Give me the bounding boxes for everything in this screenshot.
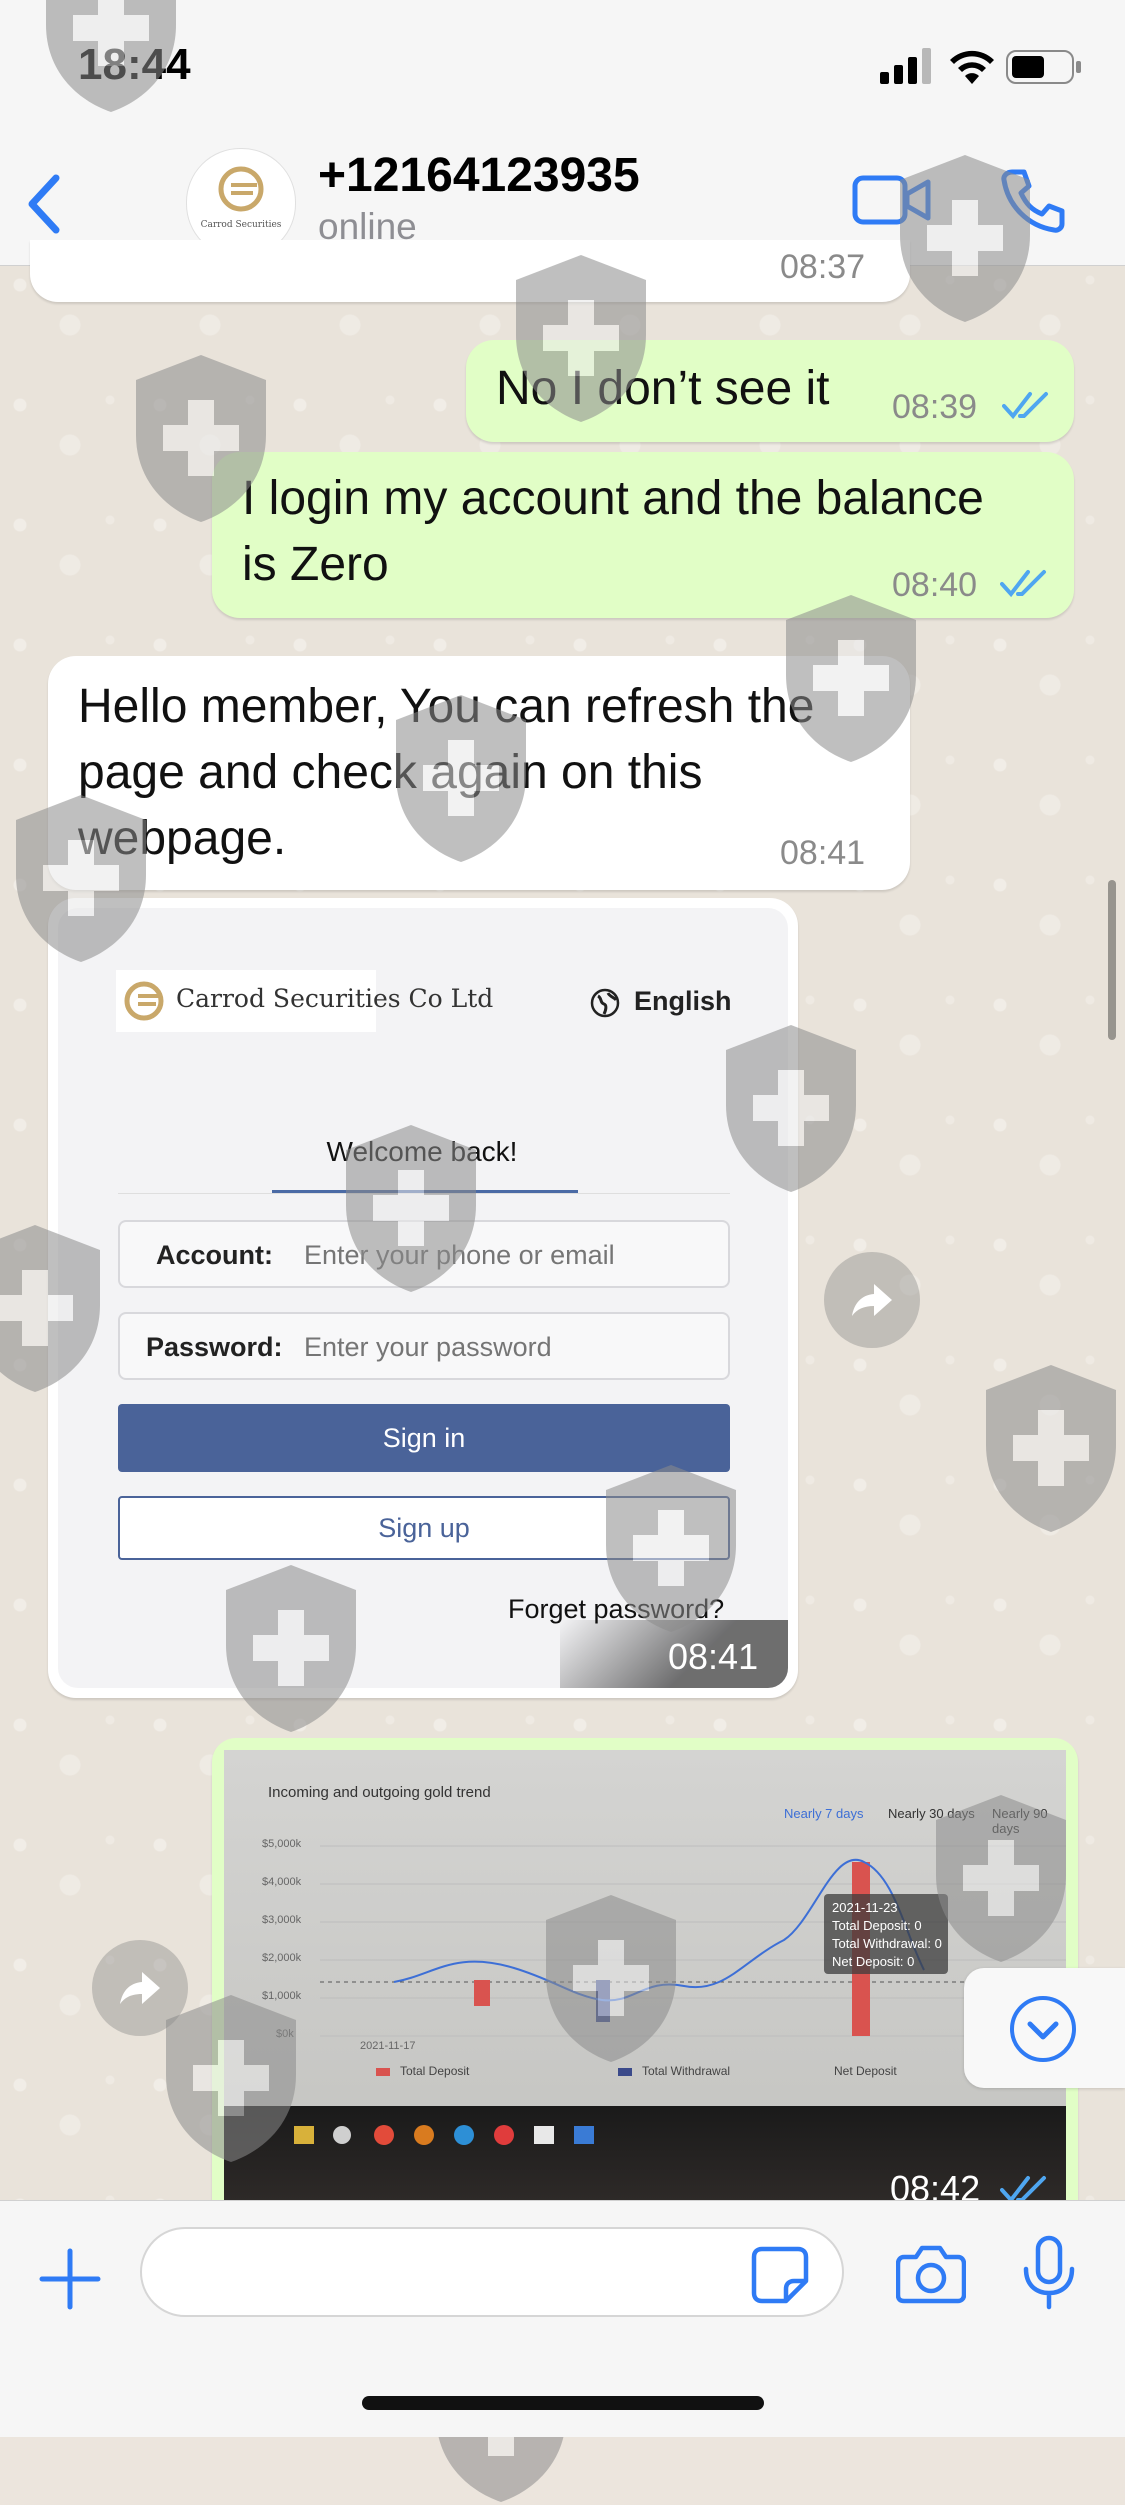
brand-name: Carrod Securities Co Ltd [176, 984, 494, 1013]
message-input[interactable] [140, 2227, 844, 2317]
message-text-line: is Zero [242, 538, 389, 591]
scroll-to-bottom-button[interactable] [964, 1968, 1125, 2088]
message-text-line: Hello member, You can refresh the [78, 680, 815, 733]
message-time: 08:37 [780, 248, 866, 286]
legend-item: Total Deposit [400, 2064, 470, 2078]
phone-icon[interactable] [998, 166, 1068, 236]
brand-logo-icon [124, 981, 164, 1021]
legend-item: Total Withdrawal [642, 2064, 731, 2078]
message-bubble-outgoing[interactable]: No I don’t see it 08:39 [466, 340, 1074, 442]
chevron-down-icon [1010, 1996, 1076, 2062]
password-input[interactable] [304, 1332, 704, 1363]
double-check-icon [1000, 570, 1046, 598]
message-text-line: page and check again on this [78, 746, 703, 799]
svg-text:Carrod Securities: Carrod Securities [201, 220, 282, 230]
message-time: 08:41 [780, 834, 866, 872]
tooltip-line: Total Deposit: 0 [832, 1918, 922, 1933]
message-time: 08:40 [892, 566, 978, 604]
forward-icon [852, 1284, 892, 1316]
tooltip-line: Net Deposit: 0 [832, 1954, 915, 1969]
image-time: 08:41 [668, 1636, 759, 1677]
tab-underline [272, 1190, 578, 1193]
microphone-icon[interactable] [1020, 2235, 1078, 2311]
account-label: Account: [156, 1240, 273, 1270]
signal-icon [880, 48, 931, 84]
back-icon[interactable] [22, 172, 66, 236]
contact-name[interactable]: +12164123935 [318, 148, 640, 203]
scrollbar[interactable] [1108, 880, 1116, 1040]
tab-divider [118, 1193, 730, 1194]
language-selector[interactable]: English [634, 986, 732, 1017]
legend-swatch [376, 2068, 390, 2076]
camera-icon[interactable] [896, 2243, 966, 2305]
chart-tooltip: 2021-11-23 Total Deposit: 0 Total Withdr… [824, 1894, 948, 1974]
deposit-bar [474, 1980, 490, 2006]
globe-icon [590, 988, 620, 1018]
plus-icon[interactable] [38, 2247, 102, 2311]
password-label: Password: [146, 1332, 283, 1362]
status-time: 18:44 [78, 40, 191, 89]
account-field[interactable]: Account: [118, 1220, 730, 1288]
account-input[interactable] [304, 1240, 704, 1271]
forward-icon [120, 1972, 160, 2004]
message-bubble-incoming[interactable]: 08:37 [30, 240, 910, 302]
message-text-line: webpage. [78, 812, 287, 865]
legend-item: Net Deposit [834, 2064, 897, 2078]
sign-in-button[interactable]: Sign in [118, 1404, 730, 1472]
message-time: 08:39 [892, 388, 978, 426]
message-text-line: I login my account and the balance [242, 472, 984, 525]
video-call-icon[interactable] [852, 170, 932, 230]
forward-button[interactable] [92, 1940, 188, 2036]
status-bar: 18:44 [0, 0, 1125, 140]
brand-logo: Carrod Securities Co Ltd [116, 970, 493, 1032]
sign-up-button[interactable]: Sign up [118, 1496, 730, 1560]
chart-photo[interactable]: Incoming and outgoing gold trend Nearly … [224, 1750, 1066, 2202]
message-text: No I don’t see it [496, 362, 830, 415]
legend-swatch [618, 2068, 632, 2076]
sticker-icon[interactable] [750, 2245, 810, 2305]
tooltip-date: 2021-11-23 [832, 1900, 898, 1915]
wifi-icon [950, 50, 994, 84]
message-bubble-incoming[interactable]: Hello member, You can refresh the page a… [48, 656, 910, 890]
welcome-tab[interactable]: Welcome back! [272, 1136, 572, 1168]
double-check-icon [1002, 392, 1048, 420]
home-indicator[interactable] [362, 2396, 764, 2410]
tooltip-line: Total Withdrawal: 0 [832, 1936, 942, 1951]
message-bubble-outgoing[interactable]: I login my account and the balance is Ze… [212, 452, 1074, 618]
taskbar-icons [294, 2125, 594, 2145]
forward-button[interactable] [824, 1252, 920, 1348]
battery-icon [1006, 50, 1081, 84]
password-field[interactable]: Password: [118, 1312, 730, 1380]
